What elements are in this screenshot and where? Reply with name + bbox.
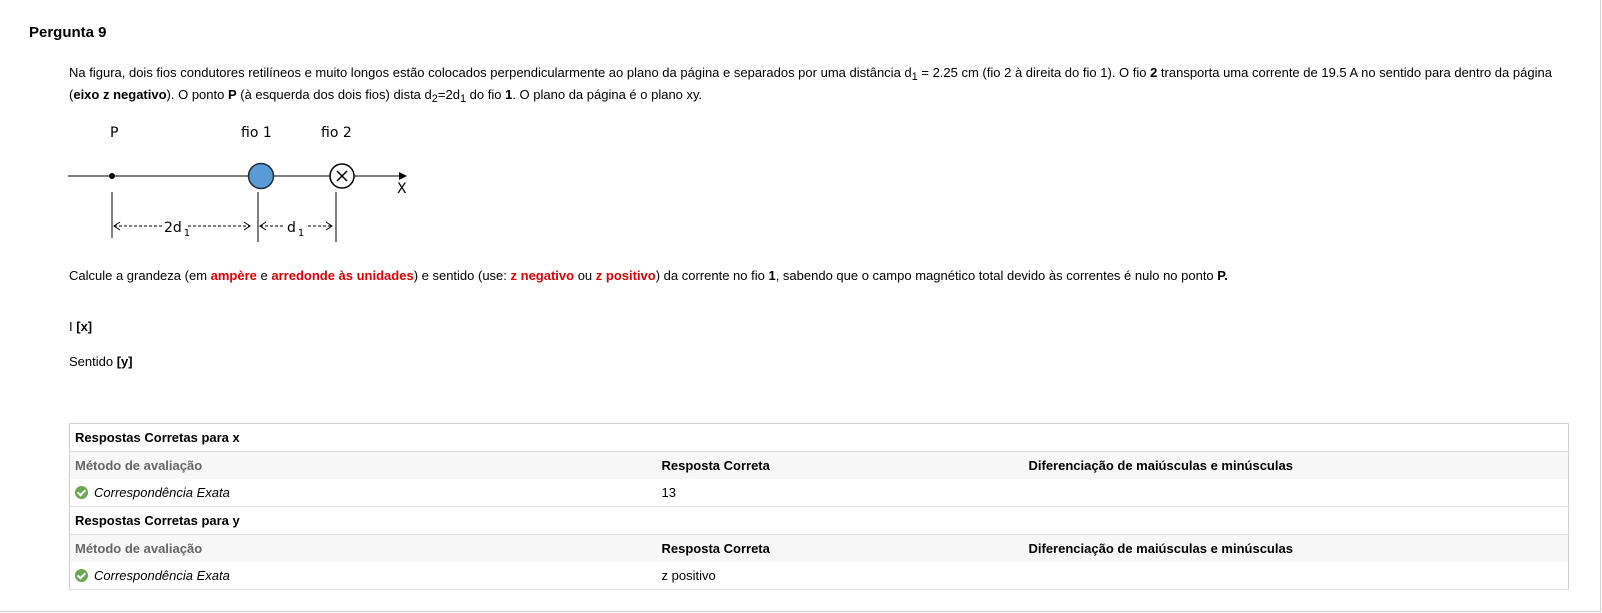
check-circle-icon [75,569,88,582]
bold-text: P. [1217,268,1228,283]
table-row: Correspondência Exata 13 [69,479,1569,507]
answer-cell: 13 [656,479,1024,507]
section-header-row: Respostas Corretas para y [69,506,1569,535]
column-header-row: Método de avaliação Resposta Correta Dif… [69,451,1569,479]
bold-text: 1 [768,268,776,283]
answer-line-sentido: Sentido [y] [69,351,133,373]
col-method-header: Método de avaliação [69,534,657,562]
dist-text: d [287,220,296,236]
dist-text: 2d [164,220,182,236]
col-case-header: Diferenciação de maiúsculas e minúsculas [1023,451,1569,479]
text: ) da corrente no fio [655,268,769,283]
method-text: Correspondência Exata [94,568,230,583]
text: ). O ponto [166,87,228,102]
text: =2d [437,87,460,102]
x-axis-label: X [397,181,407,197]
method-text: Correspondência Exata [94,485,230,500]
question-title: Pergunta 9 [29,24,107,41]
method-cell: Correspondência Exata [69,479,657,507]
section-header-row: Respostas Corretas para x [69,423,1569,452]
text: , sabendo que o campo magnético total de… [775,268,1218,283]
col-method-header: Método de avaliação [69,451,657,479]
col-answer-header: Resposta Correta [656,451,1024,479]
text: . O plano da página é o plano xy. [512,87,703,102]
dist-sub: 1 [184,228,190,239]
distance-2d1-label: 2d 1 [164,220,190,239]
section-title: Respostas Corretas para y [69,506,1569,535]
text: Na figura, dois fios condutores retilíne… [69,65,912,80]
text: = 2.25 cm (fio 2 à direita do fio 1). O … [917,65,1151,80]
highlight-text: z positivo [595,268,656,283]
dist-sub: 1 [298,228,304,239]
text: ou [574,268,596,283]
bold-text: P [227,87,237,102]
variable-placeholder: [x] [76,319,93,334]
answer-line-i: I [x] [69,316,92,338]
case-cell [1023,479,1569,507]
highlight-text: z negativo [510,268,575,283]
wire-2-label: fio 2 [321,125,352,141]
text: (à esquerda dos dois fios) dista d [236,87,432,102]
wire-1-icon [247,162,275,190]
answer-cell: z positivo [656,562,1024,590]
highlight-text: ampère [210,268,257,283]
text: do fio [466,87,506,102]
point-p-label: P [110,125,118,141]
wire-1-label: fio 1 [241,125,272,141]
check-circle-icon [75,486,88,499]
section-title: Respostas Corretas para x [69,423,1569,452]
variable-placeholder: [y] [116,354,133,369]
bold-text: eixo z negativo [73,87,167,102]
wires-diagram: X P fio 1 fio 2 2d 1 d1 [68,125,407,242]
text: ) e sentido (use: [413,268,511,283]
table-row: Correspondência Exata z positivo [69,562,1569,590]
text: Calcule a grandeza (em [69,268,211,283]
question-instruction: Calcule a grandeza (em ampère e arredond… [69,265,1569,287]
point-p-dot [109,173,115,179]
label: Sentido [69,354,117,369]
distance-d1-label: d1 [287,220,304,239]
col-answer-header: Resposta Correta [656,534,1024,562]
method-cell: Correspondência Exata [69,562,657,590]
column-header-row: Método de avaliação Resposta Correta Dif… [69,534,1569,562]
text: e [256,268,272,283]
correct-answers-table: Respostas Corretas para x Método de aval… [69,423,1569,590]
case-cell [1023,562,1569,590]
highlight-text: arredonde às unidades [271,268,414,283]
col-case-header: Diferenciação de maiúsculas e minúsculas [1023,534,1569,562]
question-statement: Na figura, dois fios condutores retilíne… [69,62,1569,106]
